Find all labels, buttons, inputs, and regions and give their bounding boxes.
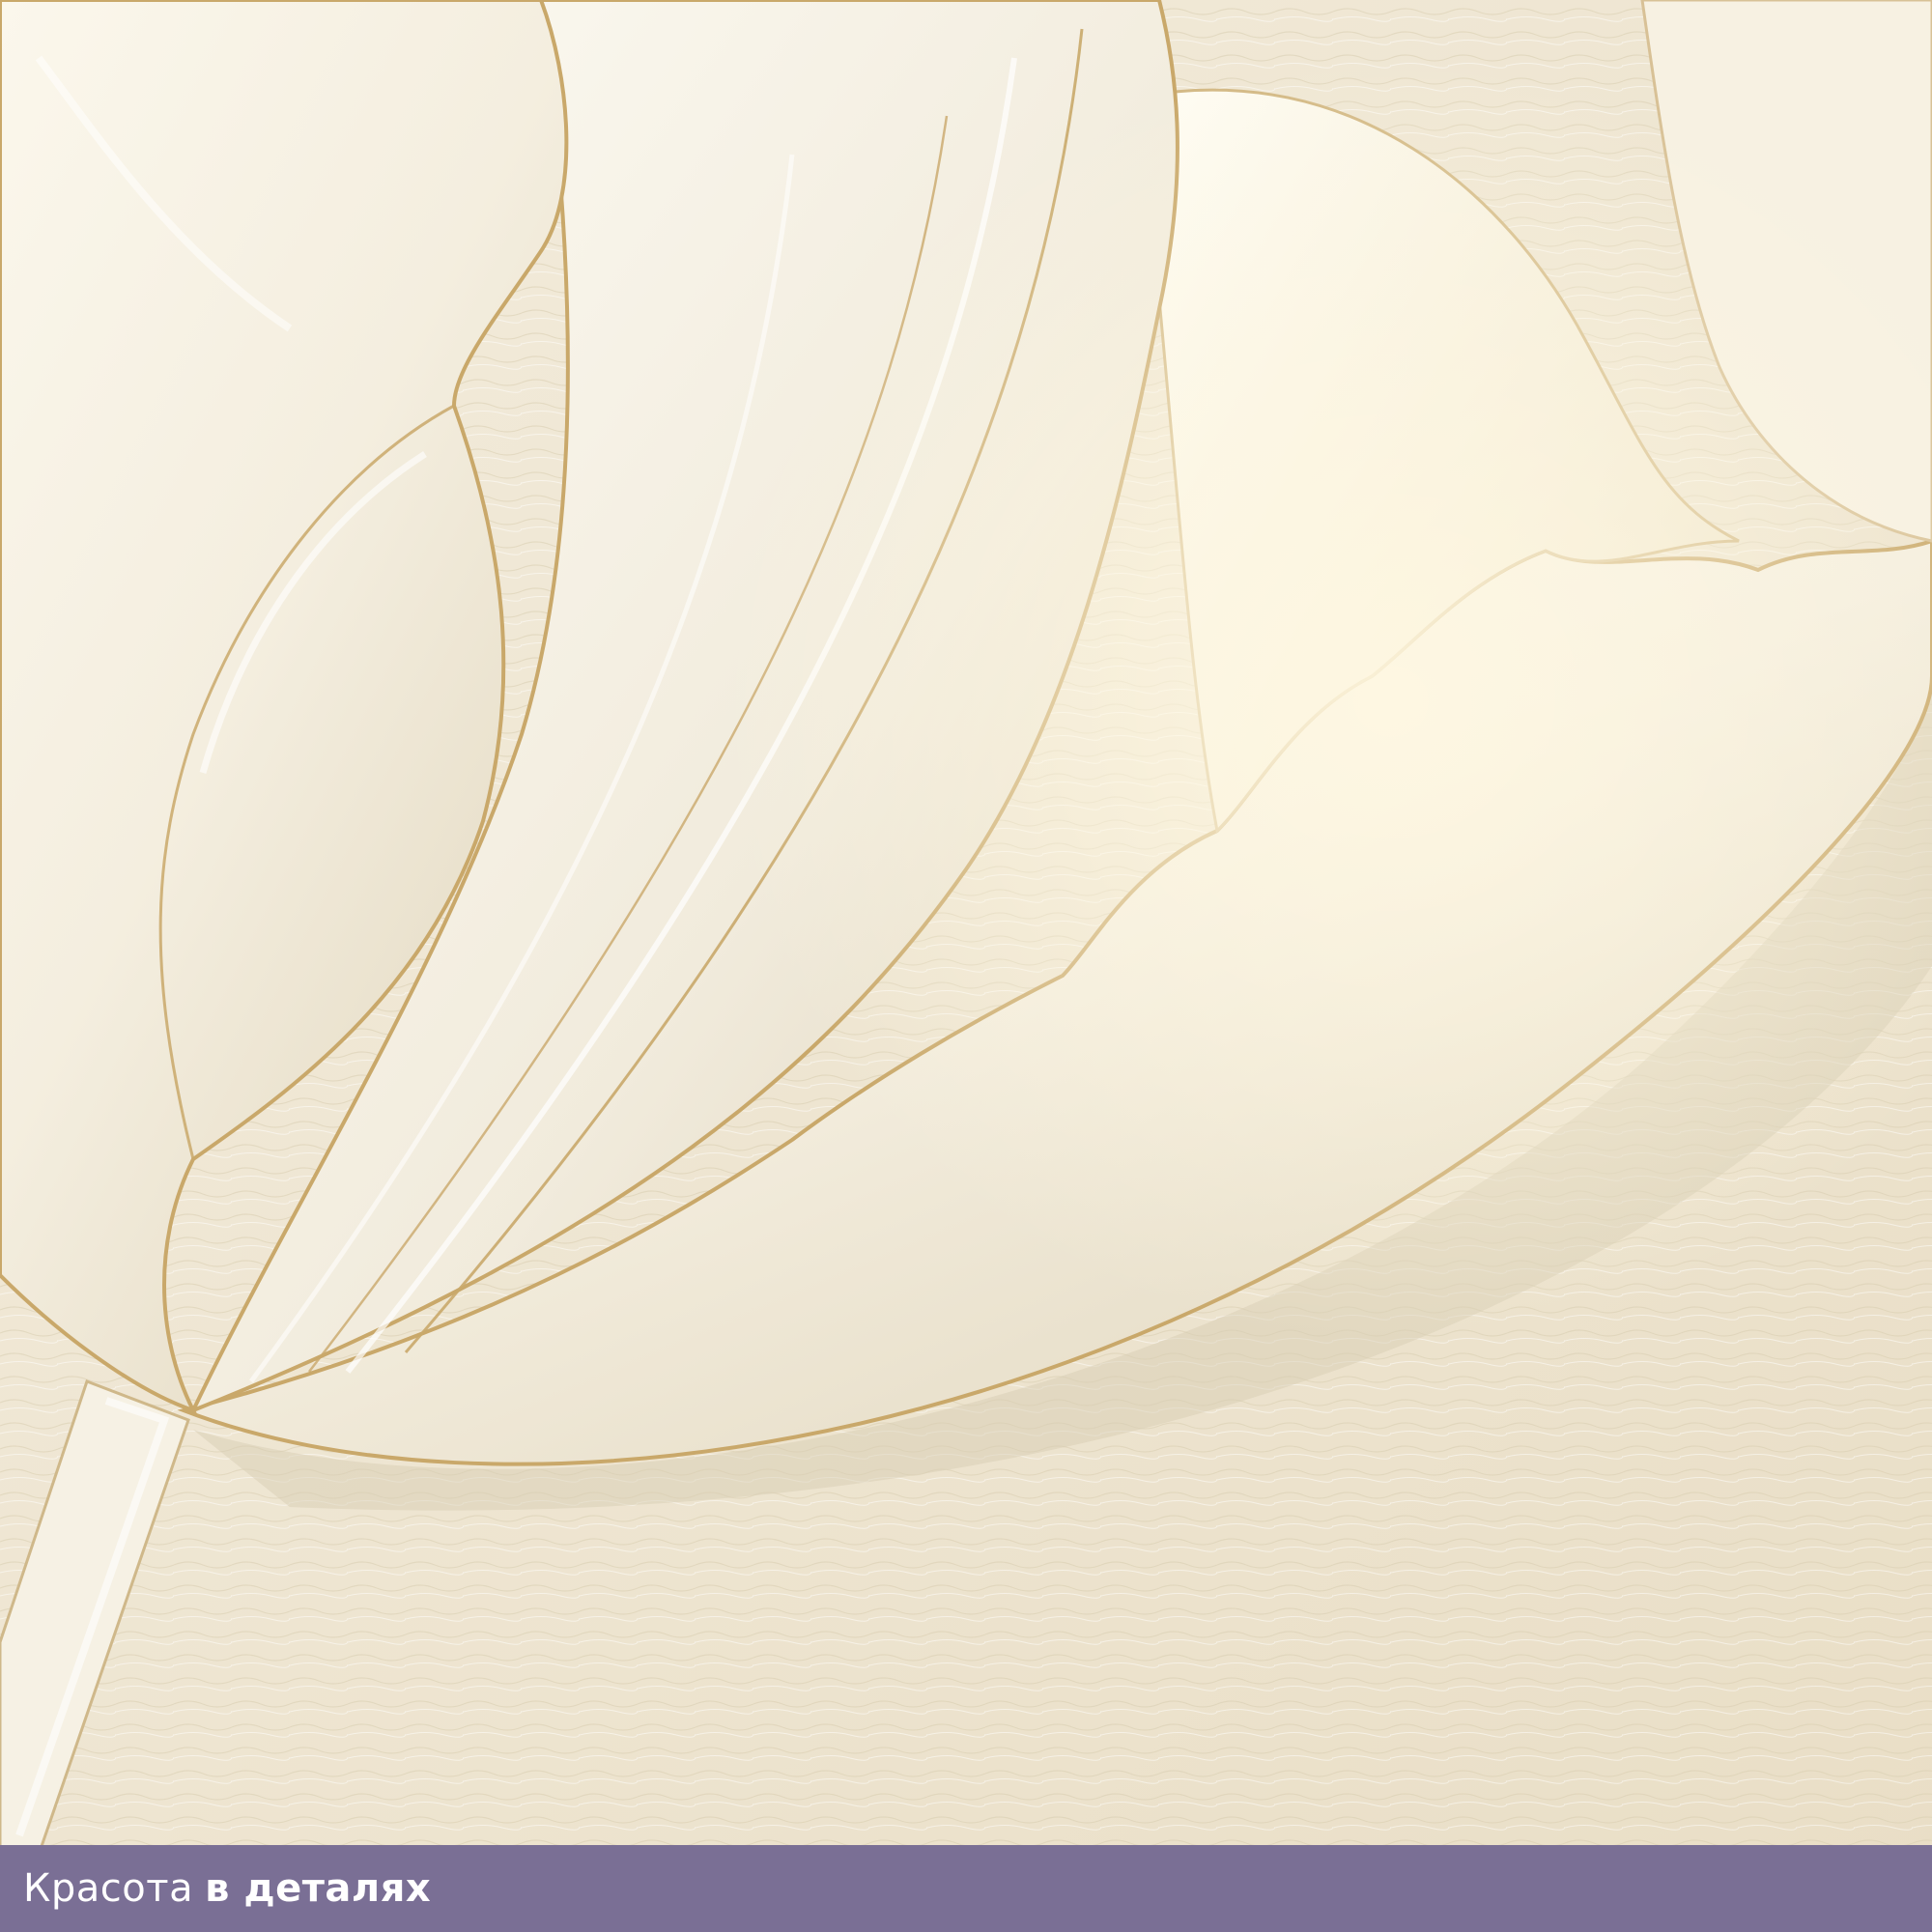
caption-light-text: Красота <box>23 1866 194 1911</box>
tulip-relief-artwork <box>0 0 1932 1932</box>
caption-bold-text: в деталях <box>205 1866 432 1911</box>
tulip-illustration <box>0 0 1932 1932</box>
light-glow <box>0 0 1932 1845</box>
caption-bar: Красота в деталях <box>0 1845 1932 1932</box>
